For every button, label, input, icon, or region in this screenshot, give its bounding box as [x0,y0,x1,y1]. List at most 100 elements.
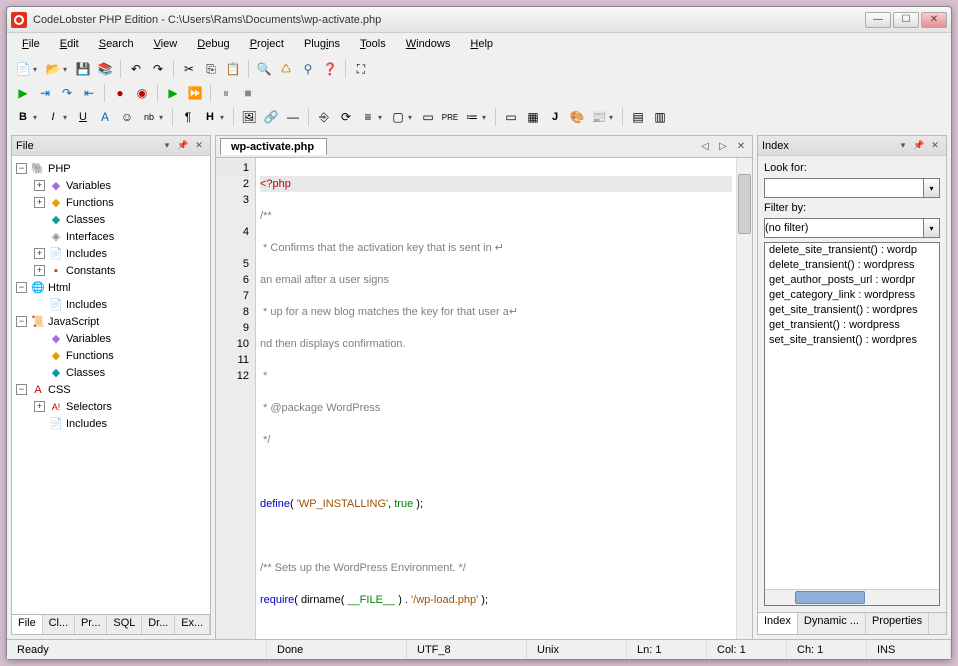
tab-ex[interactable]: Ex... [175,615,210,634]
close-button[interactable]: ✕ [921,12,947,28]
tree-js-classes[interactable]: ◆Classes [14,364,208,381]
box-icon[interactable]: ▢ [388,107,408,127]
image-icon[interactable]: 🖼 [239,107,259,127]
meta-icon[interactable]: 📰 [589,107,609,127]
menu-project[interactable]: Project [241,35,293,53]
copy-icon[interactable]: ⎘ [201,59,221,79]
maximize-button[interactable]: ☐ [893,12,919,28]
step-out-icon[interactable]: ⇤ [79,83,99,103]
new-file-icon[interactable]: 📄 [13,59,33,79]
file-tree[interactable]: −🐘PHP +◆Variables +◆Functions ◆Classes ◈… [12,156,210,614]
find-icon[interactable]: 🔍 [254,59,274,79]
tree-js-functions[interactable]: ◆Functions [14,347,208,364]
index-item[interactable]: delete_transient() : wordpress [765,258,939,273]
breakpoint-icon[interactable]: ● [110,83,130,103]
step-over-icon[interactable]: ↷ [57,83,77,103]
heading-icon[interactable]: H [200,107,220,127]
script-icon[interactable]: J [545,107,565,127]
breakpoints-icon[interactable]: ◉ [132,83,152,103]
step-into-icon[interactable]: ⇥ [35,83,55,103]
refresh-icon[interactable]: ⟳ [336,107,356,127]
save-all-icon[interactable]: 📚 [95,59,115,79]
code-area[interactable]: 12 34 56 78 910 1112 <?php /** * Confirm… [216,158,752,639]
tree-css-includes[interactable]: 📄Includes [14,415,208,432]
menu-view[interactable]: View [145,35,187,53]
filterby-dropdown-icon[interactable]: ▾ [924,218,940,238]
anchor-icon[interactable]: ⎆ [314,107,334,127]
tree-php-interfaces[interactable]: ◈Interfaces [14,228,208,245]
paste-icon[interactable]: 📋 [223,59,243,79]
menu-search[interactable]: Search [90,35,143,53]
menu-debug[interactable]: Debug [188,35,238,53]
split-h-icon[interactable]: ▤ [628,107,648,127]
vertical-scrollbar[interactable] [736,158,752,639]
menu-help[interactable]: Help [461,35,502,53]
table-icon[interactable]: ▦ [523,107,543,127]
tree-php[interactable]: −🐘PHP [14,160,208,177]
itab-properties[interactable]: Properties [866,613,929,634]
continue-icon[interactable]: ▶ [163,83,183,103]
pre-icon[interactable]: PRE [440,107,460,127]
panel-pin-icon[interactable]: 📌 [176,139,190,153]
titlebar[interactable]: CodeLobster PHP Edition - C:\Users\Rams\… [7,7,951,33]
tab-class[interactable]: Cl... [43,615,75,634]
panel-close-icon[interactable]: ✕ [192,139,206,153]
index-item[interactable]: get_author_posts_url : wordpr [765,273,939,288]
link-icon[interactable]: 🔗 [261,107,281,127]
open-folder-icon[interactable]: 📂 [43,59,63,79]
tab-project[interactable]: Pr... [75,615,107,634]
code-text[interactable]: <?php /** * Confirms that the activation… [256,158,736,639]
paragraph-icon[interactable]: ¶ [178,107,198,127]
emoji-icon[interactable]: ☺ [117,107,137,127]
menu-tools[interactable]: Tools [351,35,395,53]
tab-prev-icon[interactable]: ◁ [698,140,712,154]
itab-index[interactable]: Index [758,613,798,634]
tree-php-constants[interactable]: +▪Constants [14,262,208,279]
help-context-icon[interactable]: ❓ [320,59,340,79]
tree-js[interactable]: −📜JavaScript [14,313,208,330]
fullscreen-icon[interactable]: ⛶ [351,59,371,79]
redo-icon[interactable]: ↷ [148,59,168,79]
itab-dynamic[interactable]: Dynamic ... [798,613,866,634]
file-panel-header[interactable]: File ▾ 📌 ✕ [12,136,210,156]
tab-dr[interactable]: Dr... [142,615,175,634]
lookfor-input[interactable] [764,178,924,198]
tree-css-selectors[interactable]: +A!Selectors [14,398,208,415]
index-item[interactable]: get_site_transient() : wordpres [765,303,939,318]
menu-plugins[interactable]: Plugins [295,35,349,53]
input-icon[interactable]: ▭ [501,107,521,127]
menu-edit[interactable]: Edit [51,35,88,53]
index-pin-icon[interactable]: 📌 [912,139,926,153]
run-icon[interactable]: ▶ [13,83,33,103]
index-item[interactable]: delete_site_transient() : wordp [765,243,939,258]
tree-php-classes[interactable]: ◆Classes [14,211,208,228]
tree-php-variables[interactable]: +◆Variables [14,177,208,194]
index-header[interactable]: Index ▾ 📌 ✕ [758,136,946,156]
tree-css[interactable]: −ACSS [14,381,208,398]
list-icon[interactable]: ≔ [462,107,482,127]
hr-icon[interactable]: — [283,107,303,127]
editor-tab-active[interactable]: wp-activate.php [220,138,327,155]
index-dropdown-icon[interactable]: ▾ [896,139,910,153]
index-item[interactable]: get_category_link : wordpress [765,288,939,303]
underline-icon[interactable]: U [73,107,93,127]
tree-php-includes[interactable]: +📄Includes [14,245,208,262]
tab-close-icon[interactable]: ✕ [734,140,748,154]
lookfor-dropdown-icon[interactable]: ▾ [924,178,940,198]
new-file-dropdown[interactable]: ▾ [33,65,41,74]
index-close-icon[interactable]: ✕ [928,139,942,153]
style-icon[interactable]: 🎨 [567,107,587,127]
tree-php-functions[interactable]: +◆Functions [14,194,208,211]
font-color-icon[interactable]: A [95,107,115,127]
menu-windows[interactable]: Windows [397,35,460,53]
index-hscrollbar[interactable] [765,589,939,605]
fast-forward-icon[interactable]: ⏩ [185,83,205,103]
form-icon[interactable]: ▭ [418,107,438,127]
tab-file[interactable]: File [12,615,43,634]
undo-icon[interactable]: ↶ [126,59,146,79]
filterby-input[interactable] [764,218,924,238]
pause-icon[interactable]: ⏸ [216,83,236,103]
bold-icon[interactable]: B [13,107,33,127]
stop-icon[interactable]: ■ [238,83,258,103]
italic-icon[interactable]: I [43,107,63,127]
